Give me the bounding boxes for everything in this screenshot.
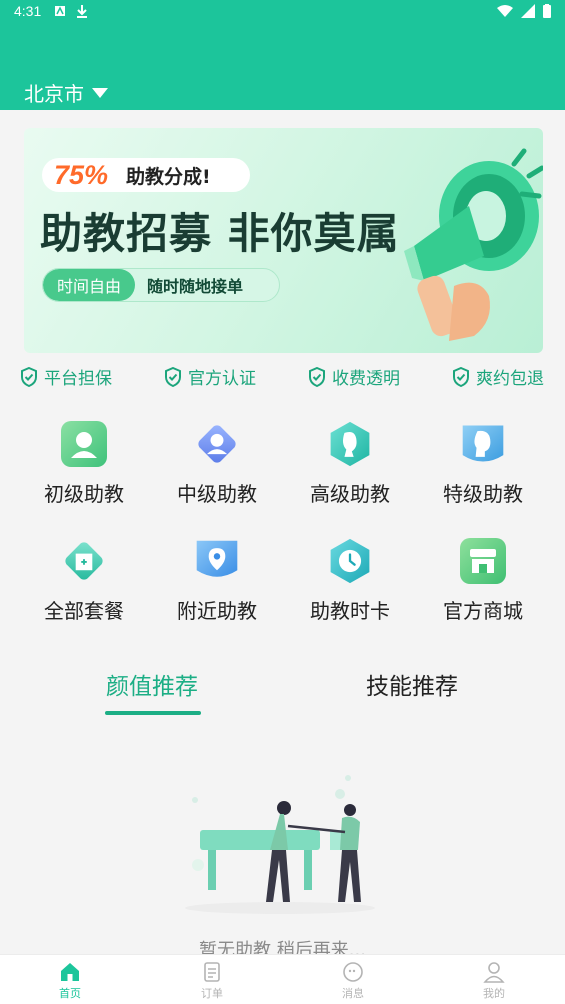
- megaphone-illustration: [404, 148, 543, 341]
- category-label: 助教时卡: [310, 599, 390, 623]
- home-icon: [61, 963, 79, 981]
- banner-percent: 75%: [54, 159, 109, 190]
- location-pin-icon: [196, 540, 238, 577]
- order-icon: [204, 962, 220, 982]
- banner-tag-free-time: 时间自由: [43, 269, 136, 301]
- banner-tag-anytime: 随时随地接单: [147, 277, 244, 296]
- nav-orders[interactable]: 订单: [172, 961, 252, 1001]
- profile-icon: [483, 962, 505, 983]
- category-label: 附近助教: [177, 599, 257, 623]
- category-label: 中级助教: [177, 482, 257, 506]
- category-label: 全部套餐: [44, 599, 124, 623]
- notification-a-icon: [55, 6, 65, 16]
- signal-icon: [521, 4, 535, 18]
- guarantee-bar: 平台担保 官方认证 收费透明 爽约包退: [0, 364, 565, 392]
- banner-tags: 时间自由 随时随地接单: [42, 268, 280, 302]
- guarantee-item: 爽约包退: [452, 364, 544, 389]
- hair-profile-icon: [330, 421, 370, 467]
- empty-state-illustration: [185, 775, 375, 914]
- recruit-banner[interactable]: 75% 助教分成! 助教招募 非你莫属 时间自由 随时随地接单: [24, 128, 543, 353]
- shield-check-icon: [453, 366, 469, 387]
- category-time-card[interactable]: 助教时卡: [285, 537, 415, 624]
- guarantee-item: 平台担保: [20, 364, 112, 389]
- nav-label: 我的: [483, 987, 505, 1000]
- category-intermediate[interactable]: 中级助教: [152, 420, 282, 507]
- tab-skill-recommend[interactable]: 技能推荐: [366, 667, 458, 701]
- tab-appearance-recommend[interactable]: 颜值推荐: [106, 667, 198, 701]
- nav-label: 订单: [201, 987, 223, 1000]
- nav-label: 首页: [59, 987, 81, 1000]
- nav-messages[interactable]: 消息: [313, 961, 393, 1001]
- category-nearby[interactable]: 附近助教: [152, 537, 282, 624]
- wifi-icon: [497, 5, 513, 17]
- guarantee-item: 收费透明: [308, 364, 400, 389]
- status-time: 4:31: [14, 3, 42, 19]
- city-selector[interactable]: 北京市: [24, 78, 108, 107]
- message-icon: [343, 962, 363, 982]
- category-label: 官方商城: [443, 599, 523, 623]
- package-icon: [65, 542, 103, 580]
- nav-profile[interactable]: 我的: [454, 961, 534, 1001]
- status-bar: 4:31: [0, 0, 565, 24]
- category-label: 初级助教: [44, 482, 124, 506]
- face-profile-icon: [462, 425, 504, 462]
- clock-icon: [330, 538, 370, 584]
- banner-subtitle: 助教分成!: [126, 165, 211, 188]
- category-special[interactable]: 特级助教: [418, 420, 548, 507]
- battery-icon: [543, 4, 551, 18]
- nav-home[interactable]: 首页: [30, 961, 110, 1001]
- download-icon: [77, 5, 87, 18]
- bottom-nav: 首页 订单 消息 我的: [0, 954, 565, 1004]
- store-icon: [460, 538, 506, 584]
- category-official-store[interactable]: 官方商城: [418, 537, 548, 624]
- dropdown-triangle-icon: [92, 87, 108, 98]
- banner-percent-pill: 75% 助教分成!: [42, 158, 250, 192]
- category-senior[interactable]: 高级助教: [285, 420, 415, 507]
- guarantee-item: 官方认证: [164, 364, 256, 389]
- app-header: 4:31 北京市: [0, 0, 565, 110]
- category-all-packages[interactable]: 全部套餐: [19, 537, 149, 624]
- category-label: 高级助教: [310, 482, 390, 506]
- category-label: 特级助教: [443, 482, 523, 506]
- tab-active-indicator: [105, 711, 201, 715]
- city-label: 北京市: [24, 82, 84, 106]
- nav-label: 消息: [342, 987, 364, 1000]
- female-avatar-icon: [198, 425, 236, 463]
- category-junior[interactable]: 初级助教: [19, 420, 149, 507]
- banner-title: 助教招募 非你莫属: [40, 209, 400, 258]
- shield-check-icon: [21, 366, 37, 387]
- shield-check-icon: [309, 366, 325, 387]
- shield-check-icon: [165, 366, 181, 387]
- user-card-icon: [61, 421, 107, 467]
